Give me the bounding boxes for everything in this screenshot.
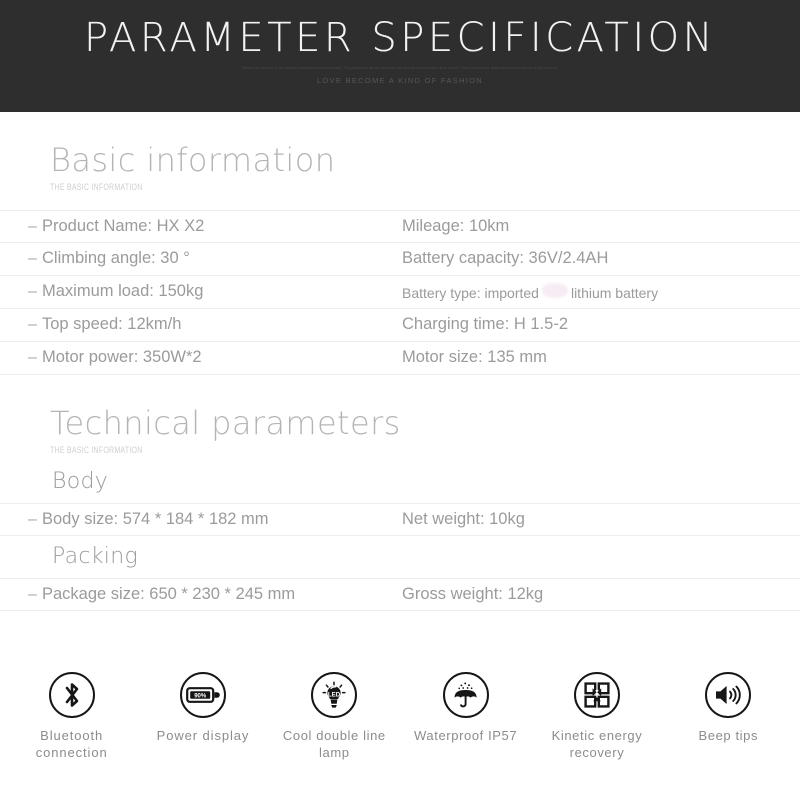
technical-parameters-subtitle: THE BASIC INFORMATION (50, 444, 143, 455)
packing-subheading-wrap: Packing (0, 536, 800, 578)
page-title: PARAMETER SPECIFICATION (83, 15, 717, 61)
table-row: – Top speed: 12km/h Charging time: H 1.5… (0, 309, 800, 342)
bullet-dash-icon: – (28, 349, 37, 367)
spec-cell-right: Battery capacity: 36V/2.4AH (402, 249, 609, 268)
bullet-dash-icon: – (28, 510, 37, 528)
spec-cell-right: Mileage: 10km (402, 216, 510, 235)
table-row: – Body size: 574 * 184 * 182 mm Net weig… (0, 502, 800, 536)
energy-recovery-icon (573, 672, 620, 718)
table-row: – Package size: 650 * 230 * 245 mm Gross… (0, 577, 800, 611)
spec-cell-left: – Package size: 650 * 230 * 245 mm (0, 585, 390, 604)
technical-parameters-title: Technical parameters (50, 403, 401, 442)
led-bulb-icon: LED (311, 672, 358, 718)
spec-cell-left: – Product Name: HX X2 (0, 217, 390, 236)
feature-label: Bluetooth connection (35, 728, 108, 760)
spec-cell-right: Battery type: imported lithium battery (390, 282, 659, 301)
body-table: – Body size: 574 * 184 * 182 mm Net weig… (0, 502, 800, 536)
spec-label: Top speed: 12km/h (42, 315, 182, 334)
feature-kinetic-energy-recovery: Kinetic energy recovery (531, 672, 662, 761)
basic-information-subtitle: THE BASIC INFORMATION (50, 181, 143, 192)
battery-type-prefix: Battery type: imported (402, 284, 539, 301)
header-subtitle: LOVE BECOME A KIND OF FASHION (316, 76, 484, 85)
spec-label: Motor power: 350W*2 (42, 348, 202, 367)
spec-cell-left: – Climbing angle: 30 ° (0, 249, 390, 268)
spec-label: Climbing angle: 30 ° (42, 249, 190, 268)
basic-information-table: – Product Name: HX X2 Mileage: 10km – Cl… (0, 209, 800, 375)
table-row: – Climbing angle: 30 ° Battery capacity:… (0, 243, 800, 276)
basic-information-section: Basic information THE BASIC INFORMATION (0, 112, 800, 192)
bullet-dash-icon: – (28, 250, 37, 268)
feature-label: Kinetic energy recovery (551, 728, 643, 760)
technical-parameters-section: Technical parameters THE BASIC INFORMATI… (0, 375, 800, 455)
umbrella-rain-icon (442, 672, 489, 718)
feature-label: Power display (156, 728, 250, 743)
feature-label: Beep tips (698, 728, 759, 743)
spec-cell-right: Motor size: 135 mm (402, 348, 547, 367)
spec-cell-right: Net weight: 10kg (402, 509, 525, 528)
speaker-icon (705, 672, 752, 718)
bullet-dash-icon: – (28, 585, 37, 603)
battery-type-suffix: lithium battery (570, 284, 659, 301)
spec-cell-right: Charging time: H 1.5-2 (402, 315, 568, 334)
header-micro-text: Please pay attention to the product para… (241, 66, 558, 70)
feature-waterproof-ip57: Waterproof IP57 (400, 672, 531, 761)
spec-cell-left: – Maximum load: 150kg (0, 282, 390, 301)
spec-cell-right: Gross weight: 12kg (402, 584, 544, 603)
feature-power-display: 90% Power display (137, 672, 268, 761)
bullet-dash-icon: – (28, 217, 37, 235)
table-row: – Maximum load: 150kg Battery type: impo… (0, 276, 800, 309)
spec-cell-left: – Top speed: 12km/h (0, 315, 390, 334)
bullet-dash-icon: – (28, 283, 37, 301)
packing-subheading: Packing (52, 544, 138, 570)
spec-label: Product Name: HX X2 (42, 216, 205, 235)
feature-label: Waterproof IP57 (414, 728, 518, 743)
table-row: – Product Name: HX X2 Mileage: 10km (0, 209, 800, 243)
spec-label: Body size: 574 * 184 * 182 mm (42, 509, 269, 528)
bluetooth-icon (48, 672, 95, 718)
spec-label: Package size: 650 * 230 * 245 mm (42, 584, 296, 603)
feature-icon-row: Bluetooth connection 90% Power display L… (0, 672, 800, 761)
feature-cool-double-line-lamp: LED Cool double line lamp (269, 672, 400, 761)
spec-cell-left: – Body size: 574 * 184 * 182 mm (0, 510, 390, 529)
redacted-brand-blob (541, 282, 568, 298)
spec-label: Maximum load: 150kg (42, 282, 204, 301)
battery-percent-text: 90% (194, 693, 207, 699)
packing-table: – Package size: 650 * 230 * 245 mm Gross… (0, 577, 800, 611)
led-badge-text: LED (328, 692, 341, 699)
body-subheading-wrap: Body (0, 461, 800, 503)
table-row: – Motor power: 350W*2 Motor size: 135 mm (0, 342, 800, 375)
body-subheading: Body (52, 469, 109, 495)
spec-cell-left: – Motor power: 350W*2 (0, 348, 390, 367)
feature-label: Cool double line lamp (282, 728, 386, 760)
feature-bluetooth-connection: Bluetooth connection (6, 672, 137, 761)
basic-information-title: Basic information (50, 141, 336, 179)
bullet-dash-icon: – (28, 316, 37, 334)
battery-display-icon: 90% (179, 672, 226, 718)
feature-beep-tips: Beep tips (663, 672, 794, 761)
page-header-banner: PARAMETER SPECIFICATION Please pay atten… (0, 0, 800, 112)
